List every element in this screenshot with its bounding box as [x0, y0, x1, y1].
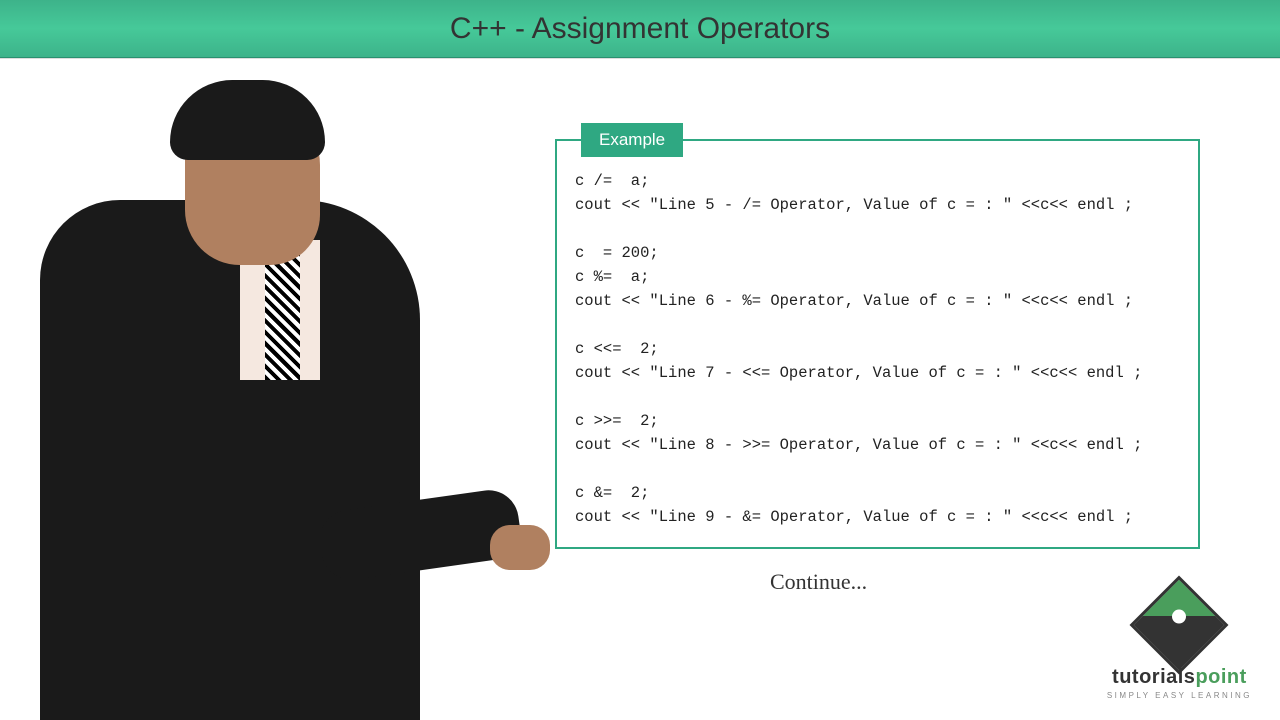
title-bar: C++ - Assignment Operators — [0, 0, 1280, 58]
code-content: c /= a; cout << "Line 5 - /= Operator, V… — [575, 169, 1180, 529]
page-title: C++ - Assignment Operators — [450, 12, 830, 46]
continue-text: Continue... — [770, 569, 867, 595]
logo-name-part2: point — [1195, 666, 1246, 688]
presenter-figure — [40, 100, 480, 720]
logo-icon — [1130, 576, 1229, 675]
example-code-box: Example c /= a; cout << "Line 5 - /= Ope… — [555, 139, 1200, 549]
logo-tagline: SIMPLY EASY LEARNING — [1107, 691, 1252, 700]
example-label: Example — [581, 123, 683, 157]
brand-logo: tutorialspoint SIMPLY EASY LEARNING — [1107, 590, 1252, 700]
slide-area: Example c /= a; cout << "Line 5 - /= Ope… — [0, 58, 1280, 720]
